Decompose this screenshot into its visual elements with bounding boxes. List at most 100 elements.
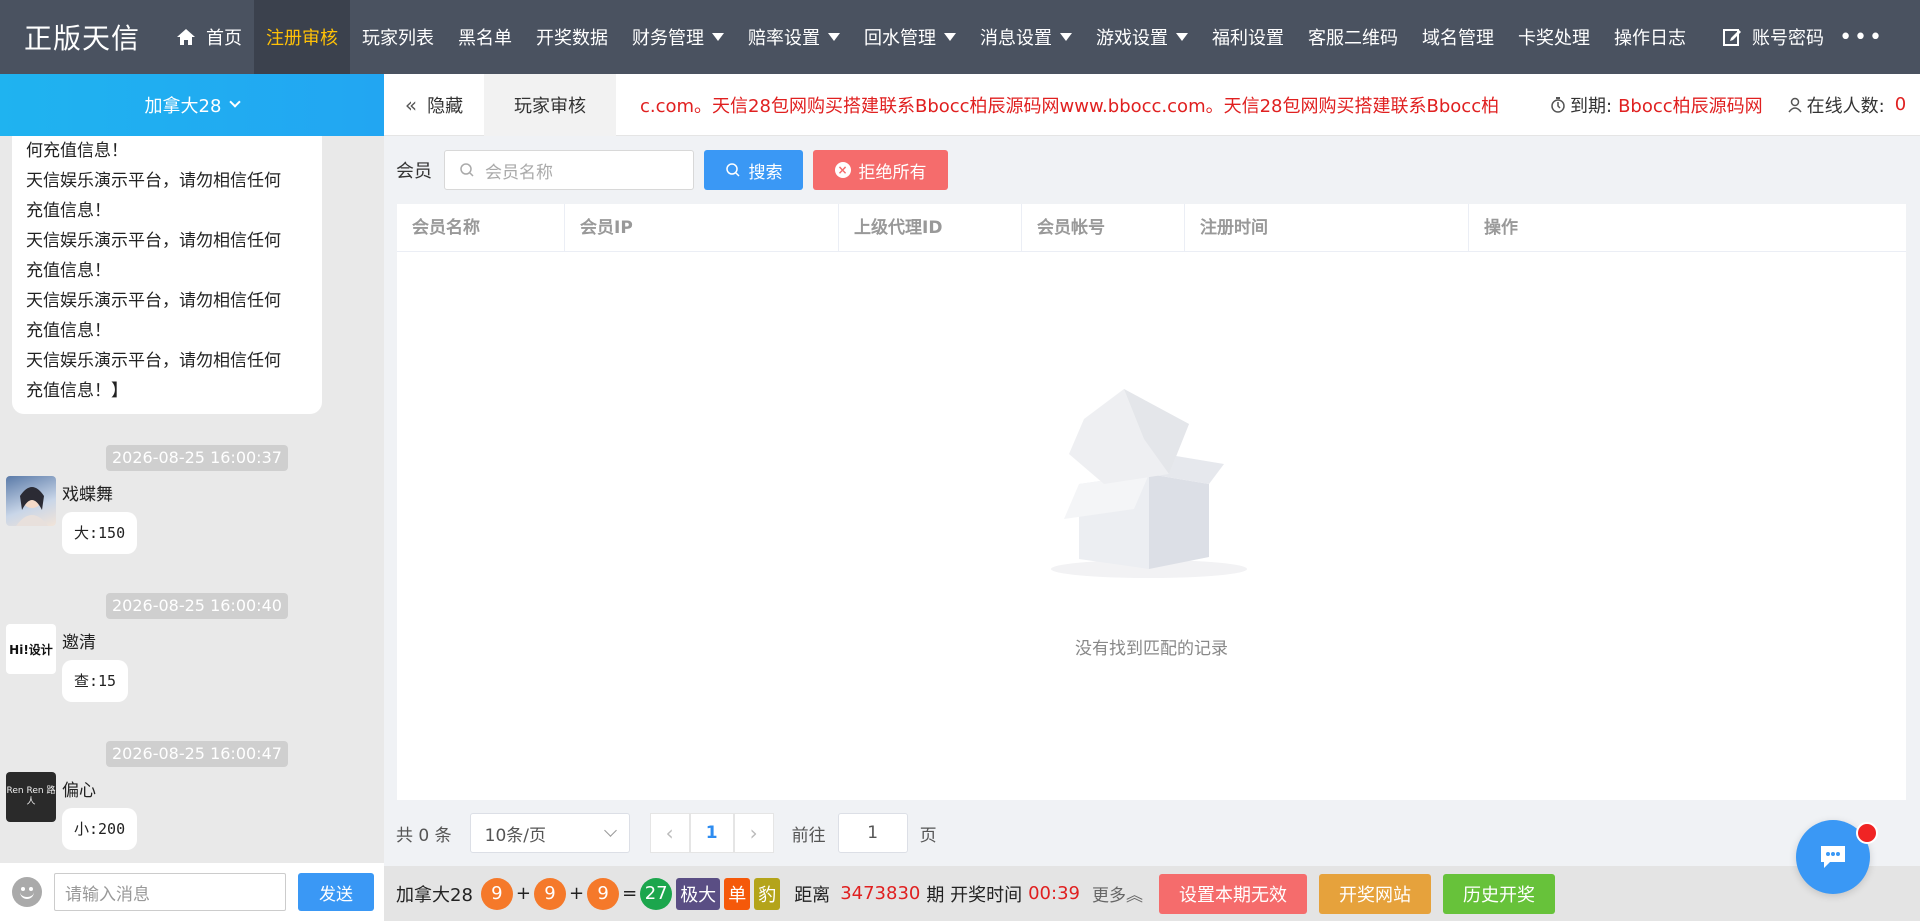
nav-odds-label: 赔率设置: [748, 28, 820, 49]
stopwatch-icon: [1551, 96, 1565, 113]
nav-game-settings-label: 游戏设置: [1096, 28, 1168, 49]
issue-number: 3473830: [840, 883, 921, 904]
caret-down-icon: [712, 33, 724, 41]
nav-finance-label: 财务管理: [632, 28, 704, 49]
avatar-text: Hi!设计: [9, 642, 53, 657]
column-header[interactable]: 注册时间: [1185, 204, 1469, 252]
more-icon[interactable]: •••: [1839, 0, 1884, 74]
goto-label: 前往: [791, 825, 826, 846]
draw-ball: 9: [587, 877, 620, 910]
column-header[interactable]: 会员名称: [397, 204, 565, 252]
online-value: 0: [1894, 94, 1907, 115]
issue-label: 期 开奖时间: [926, 884, 1023, 906]
search-icon: [460, 163, 474, 177]
nav-game-settings[interactable]: 游戏设置: [1084, 0, 1200, 74]
game-selector[interactable]: 加拿大28: [0, 74, 384, 136]
message-username: 偏心: [62, 781, 96, 801]
chat-bubble-icon: [1821, 846, 1845, 868]
main-nav: 首页 注册审核 玩家列表 黑名单 开奖数据 财务管理 赔率设置 回水管理 消息设…: [164, 0, 1836, 74]
chat-message-input[interactable]: 请输入消息: [54, 873, 286, 911]
member-label: 会员: [396, 161, 432, 182]
chevron-down-icon: [603, 824, 617, 837]
search-button[interactable]: 搜索: [704, 150, 803, 190]
nav-rebate[interactable]: 回水管理: [852, 0, 968, 74]
hide-sidebar-button[interactable]: « 隐藏: [384, 74, 484, 136]
nav-op-log[interactable]: 操作日志: [1602, 0, 1698, 74]
page-suffix: 页: [919, 825, 937, 846]
nav-domains[interactable]: 域名管理: [1410, 0, 1506, 74]
game-selector-label: 加拿大28: [144, 96, 222, 117]
search-icon: [725, 163, 740, 177]
tab-player-review[interactable]: 玩家审核: [484, 73, 616, 136]
column-header[interactable]: 会员IP: [565, 204, 839, 252]
announcement-bubble: 何充值信息！ 天信娱乐演示平台，请勿相信任何 充值信息！ 天信娱乐演示平台，请勿…: [12, 136, 322, 414]
column-header[interactable]: 上级代理ID: [839, 204, 1022, 252]
page-size-select[interactable]: 10条/页: [469, 813, 630, 853]
reject-all-button[interactable]: × 拒绝所有: [813, 150, 948, 190]
announcement-line: 何充值信息！: [26, 141, 128, 161]
nav-service-qr[interactable]: 客服二维码: [1296, 0, 1410, 74]
pagination: 共 0 条 10条/页 ‹ 1 › 前往 1 页: [396, 813, 937, 853]
announcement-line: 充值信息！: [26, 261, 111, 281]
brand-logo: 正版天信: [23, 22, 140, 55]
reject-all-label: 拒绝所有: [858, 162, 927, 183]
nav-stuck-draw[interactable]: 卡奖处理: [1506, 0, 1602, 74]
expire-value: Bbocc柏辰源码网: [1618, 95, 1763, 117]
online-count: 在线人数: 0: [1787, 92, 1907, 118]
column-header[interactable]: 会员帐号: [1022, 204, 1185, 252]
avatar[interactable]: Ren Ren 路人: [6, 772, 56, 822]
countdown: 00:39: [1028, 883, 1080, 904]
nav-draw-data[interactable]: 开奖数据: [524, 0, 620, 74]
more-label: 更多: [1091, 886, 1126, 906]
total-count: 共 0 条: [396, 825, 452, 846]
nav-messages-label: 消息设置: [980, 28, 1052, 49]
send-button[interactable]: 发送: [298, 873, 374, 911]
nav-welfare[interactable]: 福利设置: [1200, 0, 1296, 74]
chevron-down-icon: [229, 96, 242, 108]
result-tag: 豹: [754, 877, 781, 910]
nav-blacklist[interactable]: 黑名单: [446, 0, 524, 74]
search-row: 会员 会员名称 搜索 × 拒绝所有: [396, 150, 948, 190]
draw-status-bar: 加拿大28 9 + 9 + 9 = 27 极大 单 豹 距离 3473830 期…: [384, 866, 1920, 921]
draw-website-button[interactable]: 开奖网站: [1318, 873, 1431, 914]
message-text: 小:200: [62, 808, 138, 850]
goto-page-input[interactable]: 1: [837, 813, 908, 853]
history-draw-button[interactable]: 历史开奖: [1442, 873, 1555, 914]
nav-home[interactable]: 首页: [164, 0, 254, 74]
caret-down-icon: [1060, 33, 1072, 41]
message-username: 邀清: [62, 633, 96, 653]
avatar[interactable]: Hi!设计: [6, 624, 56, 674]
chevron-left-icon: ‹: [665, 821, 674, 845]
emoji-icon[interactable]: [12, 877, 42, 907]
notice-marquee: c.com。天信28包网购买搭建联系Bbocc柏辰源码网www.bbocc.co…: [640, 95, 1500, 117]
nav-odds[interactable]: 赔率设置: [736, 0, 852, 74]
column-header[interactable]: 操作: [1469, 204, 1906, 252]
more-link[interactable]: 更多︽: [1092, 881, 1143, 906]
page-number[interactable]: 1: [689, 813, 734, 853]
nav-rebate-label: 回水管理: [864, 28, 936, 49]
avatar[interactable]: [6, 476, 56, 526]
nav-account-password[interactable]: 账号密码: [1710, 0, 1836, 74]
distance-label: 距离: [794, 884, 831, 906]
message-text: 查:15: [62, 660, 129, 702]
nav-register-review[interactable]: 注册审核: [254, 0, 350, 74]
result-tag: 极大: [676, 877, 721, 910]
prev-page-button[interactable]: ‹: [649, 813, 690, 853]
nav-messages[interactable]: 消息设置: [968, 0, 1084, 74]
announcement-line: 天信娱乐演示平台，请勿相信任何: [26, 171, 281, 191]
chat-messages[interactable]: 何充值信息！ 天信娱乐演示平台，请勿相信任何 充值信息！ 天信娱乐演示平台，请勿…: [0, 136, 384, 863]
set-invalid-button[interactable]: 设置本期无效: [1158, 873, 1307, 914]
nav-finance[interactable]: 财务管理: [620, 0, 736, 74]
nav-player-list[interactable]: 玩家列表: [350, 0, 446, 74]
plus-sign: +: [569, 883, 585, 904]
member-search-input[interactable]: 会员名称: [444, 150, 694, 190]
top-nav-bar: 正版天信 首页 注册审核 玩家列表 黑名单 开奖数据 财务管理 赔率设置 回水管…: [0, 0, 1920, 74]
announcement-line: 充值信息！: [26, 201, 111, 221]
draw-game-name: 加拿大28: [396, 884, 473, 906]
sub-header: « 隐藏 玩家审核 c.com。天信28包网购买搭建联系Bbocc柏辰源码网ww…: [384, 73, 1920, 136]
caret-down-icon: [944, 33, 956, 41]
edit-icon: [1723, 29, 1741, 46]
next-page-button[interactable]: ›: [733, 813, 774, 853]
caret-down-icon: [828, 33, 840, 41]
member-search-placeholder: 会员名称: [485, 162, 553, 183]
